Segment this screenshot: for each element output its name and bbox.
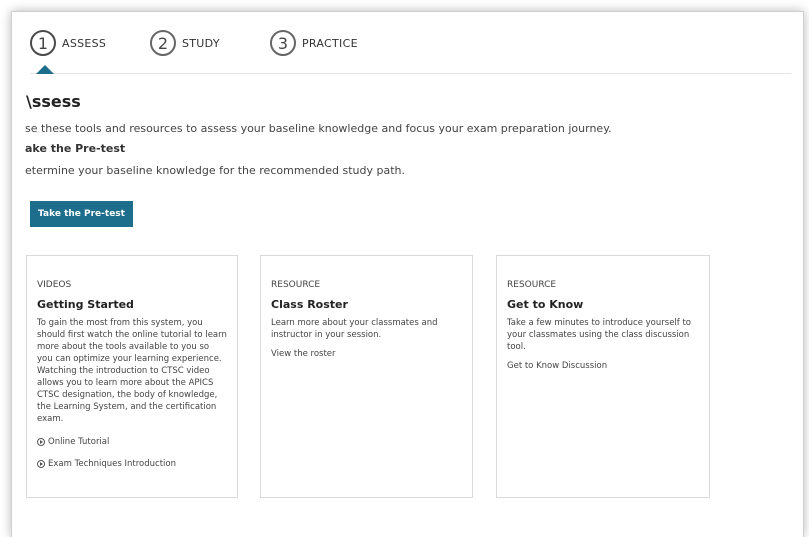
card-title: Class Roster bbox=[271, 298, 348, 311]
step-label-study: STUDY bbox=[182, 36, 220, 50]
get-to-know-discussion-link[interactable]: Get to Know Discussion bbox=[507, 361, 699, 371]
card-class-roster: RESOURCE Class Roster Learn more about y… bbox=[260, 255, 473, 498]
step-number-study: 2 bbox=[150, 30, 176, 56]
intro-text: se these tools and resources to assess y… bbox=[25, 122, 612, 135]
step-assess[interactable]: 1 ASSESS bbox=[30, 30, 106, 56]
step-practice[interactable]: 3 PRACTICE bbox=[270, 30, 358, 56]
play-icon bbox=[37, 438, 45, 446]
card-title: Getting Started bbox=[37, 298, 134, 311]
card-category: RESOURCE bbox=[271, 280, 321, 290]
online-tutorial-link[interactable]: Online Tutorial bbox=[37, 437, 227, 447]
page-title: \ssess bbox=[26, 92, 81, 111]
card-category: RESOURCE bbox=[507, 280, 557, 290]
step-label-assess: ASSESS bbox=[62, 36, 107, 50]
card-description: To gain the most from this system, you s… bbox=[37, 318, 227, 424]
card-category: VIDEOS bbox=[37, 280, 72, 290]
play-icon bbox=[37, 460, 45, 468]
pretest-heading: ake the Pre-test bbox=[25, 142, 126, 155]
step-label-practice: PRACTICE bbox=[302, 36, 358, 50]
step-divider bbox=[30, 73, 791, 74]
card-videos: VIDEOS Getting Started To gain the most … bbox=[26, 255, 238, 498]
view-roster-link[interactable]: View the roster bbox=[271, 349, 462, 359]
card-title: Get to Know bbox=[507, 298, 584, 311]
link-label: Exam Techniques Introduction bbox=[48, 459, 176, 469]
take-pretest-button[interactable]: Take the Pre-test bbox=[30, 201, 133, 227]
pretest-description: etermine your baseline knowledge for the… bbox=[25, 164, 406, 177]
step-study[interactable]: 2 STUDY bbox=[150, 30, 220, 56]
card-get-to-know: RESOURCE Get to Know Take a few minutes … bbox=[496, 255, 710, 498]
exam-techniques-link[interactable]: Exam Techniques Introduction bbox=[37, 459, 227, 469]
link-label: Online Tutorial bbox=[48, 437, 110, 447]
step-tabs: 1 ASSESS 2 STUDY 3 PRACTICE bbox=[30, 30, 800, 68]
active-step-indicator bbox=[36, 65, 54, 74]
step-number-practice: 3 bbox=[270, 30, 296, 56]
step-number-assess: 1 bbox=[30, 30, 56, 56]
card-description: Take a few minutes to introduce yourself… bbox=[507, 318, 692, 352]
card-description: Learn more about your classmates and ins… bbox=[271, 318, 438, 340]
page-frame: 1 ASSESS 2 STUDY 3 PRACTICE \ssess se th… bbox=[11, 11, 804, 537]
